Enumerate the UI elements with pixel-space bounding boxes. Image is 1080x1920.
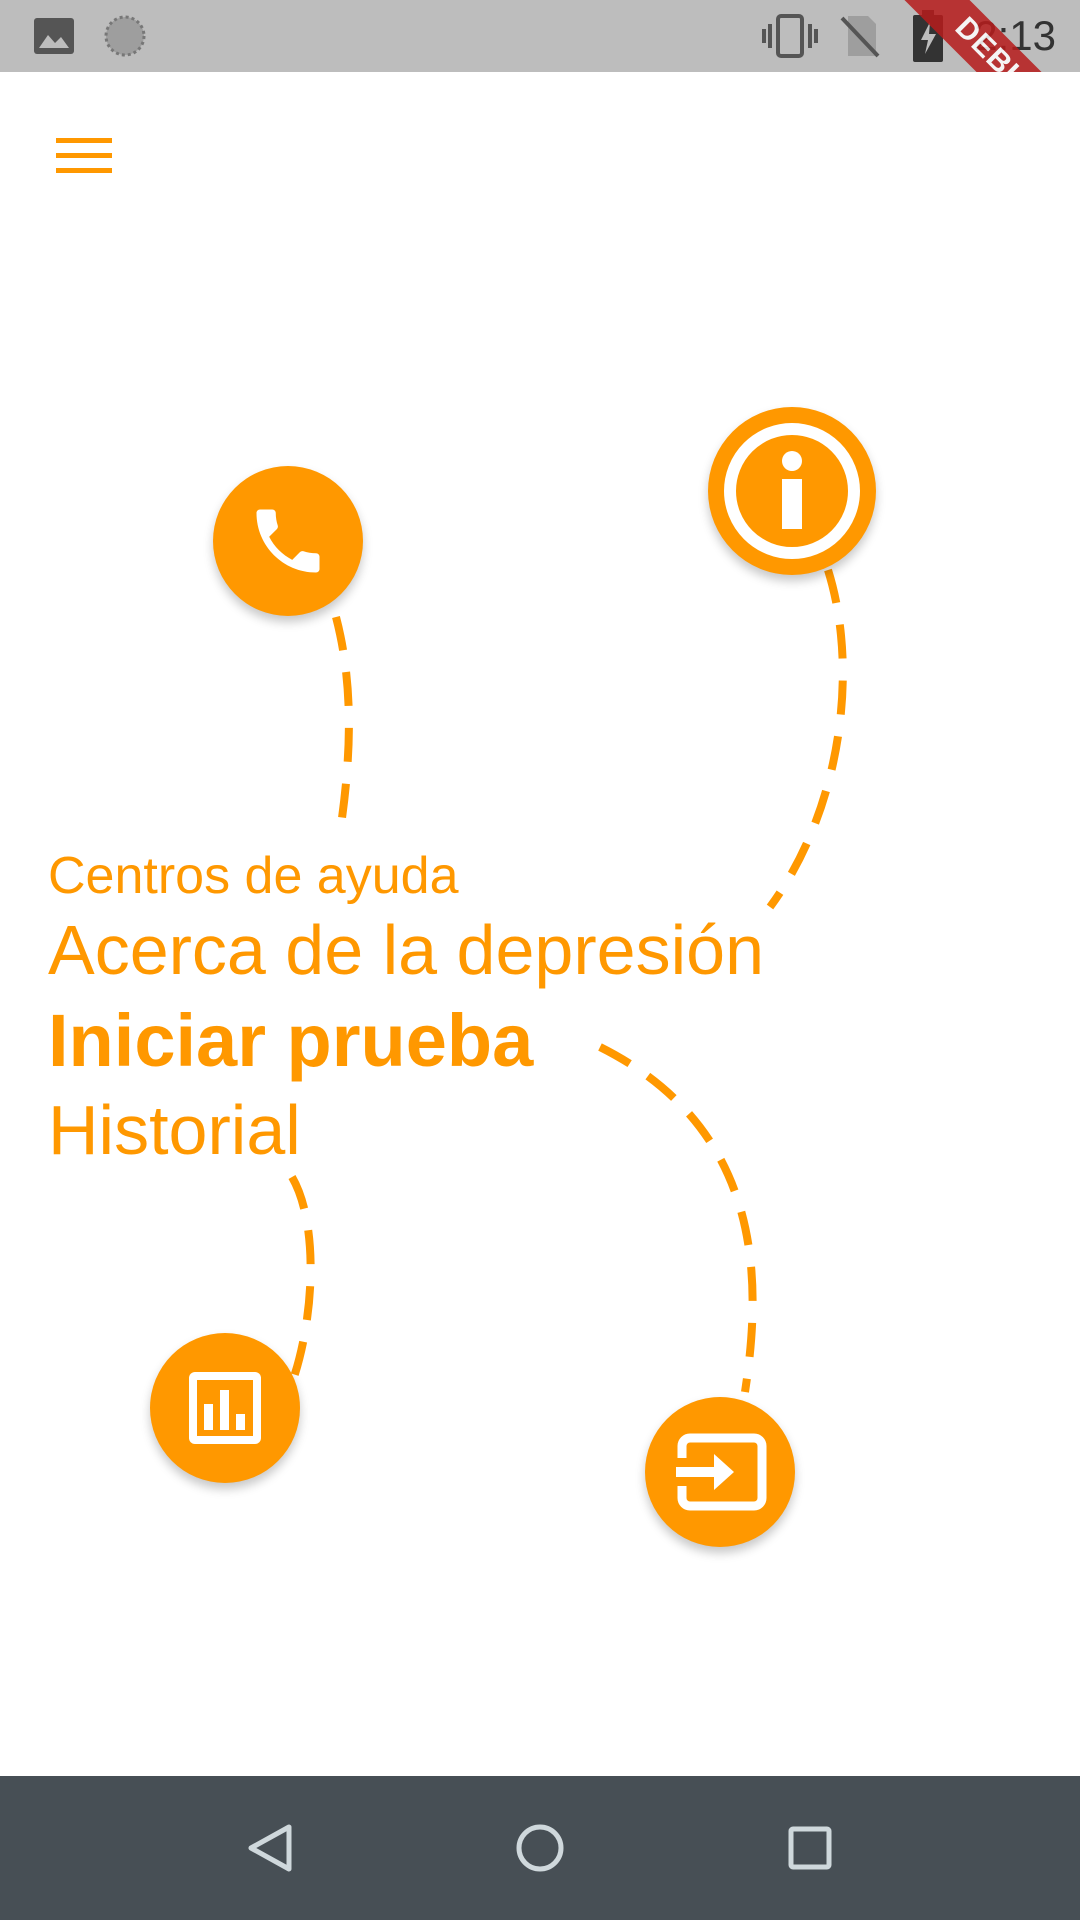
menu-item-history[interactable]: Historial bbox=[48, 1090, 301, 1170]
no-sim-icon bbox=[838, 0, 882, 72]
back-icon bbox=[248, 1824, 292, 1872]
image-icon bbox=[30, 0, 78, 72]
menu-item-start-test[interactable]: Iniciar prueba bbox=[48, 998, 533, 1083]
menu-item-about-depression[interactable]: Acerca de la depresión bbox=[48, 910, 764, 990]
connector-phone bbox=[332, 615, 353, 833]
navigation-bar bbox=[0, 1776, 1080, 1920]
about-depression-button[interactable] bbox=[708, 407, 876, 575]
connector-historial bbox=[288, 1175, 315, 1379]
sync-icon bbox=[100, 0, 150, 72]
info-icon bbox=[724, 423, 860, 559]
history-button[interactable] bbox=[150, 1333, 300, 1483]
vibrate-icon bbox=[760, 0, 820, 72]
help-centers-button[interactable] bbox=[213, 466, 363, 616]
connector-input bbox=[598, 1043, 757, 1393]
connector-info bbox=[766, 568, 847, 910]
recents-button[interactable] bbox=[740, 1776, 880, 1920]
back-button[interactable] bbox=[200, 1776, 340, 1920]
phone-icon bbox=[256, 509, 320, 573]
input-icon bbox=[670, 1433, 767, 1511]
bar-chart-icon bbox=[189, 1372, 261, 1444]
recents-icon bbox=[788, 1826, 832, 1870]
menu-item-help-centers[interactable]: Centros de ayuda bbox=[48, 846, 459, 906]
start-test-button[interactable] bbox=[645, 1397, 795, 1547]
app-body: Centros de ayuda Acerca de la depresión … bbox=[0, 72, 1080, 1776]
home-button[interactable] bbox=[470, 1776, 610, 1920]
home-icon bbox=[516, 1824, 564, 1872]
